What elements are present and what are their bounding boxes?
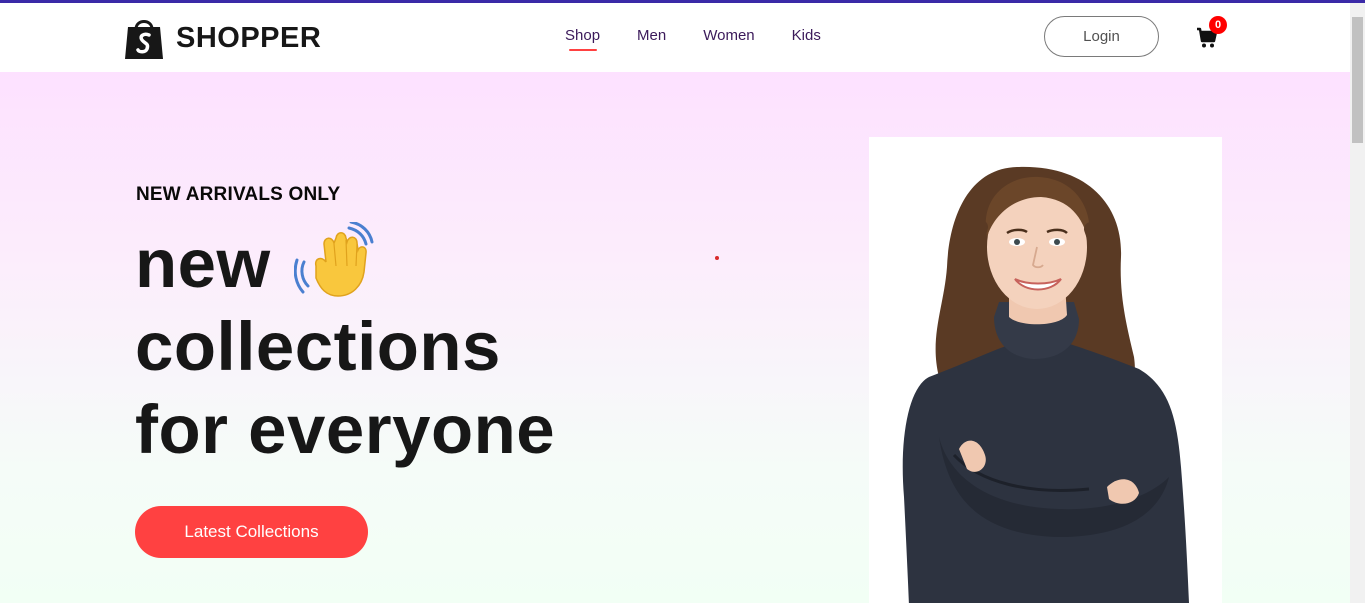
nav-item-label: Kids bbox=[791, 27, 821, 44]
decorative-dot bbox=[715, 256, 719, 260]
nav-item-kids[interactable]: Kids bbox=[792, 27, 821, 44]
main-nav: Shop Men Women Kids bbox=[565, 27, 821, 51]
nav-item-women[interactable]: Women bbox=[703, 27, 754, 44]
logo[interactable]: SHOPPER bbox=[124, 15, 321, 61]
nav-item-shop[interactable]: Shop bbox=[565, 27, 601, 51]
nav-item-label: Men bbox=[637, 27, 667, 44]
hero-headline-line-2: collections bbox=[135, 308, 501, 385]
navbar: SHOPPER Shop Men Women Kids Login 0 bbox=[0, 3, 1350, 72]
shopping-bag-icon bbox=[124, 15, 164, 61]
latest-collections-button[interactable]: Latest Collections bbox=[135, 506, 368, 558]
hero-headline-line-3: for everyone bbox=[135, 391, 556, 468]
hero-headline-line-1: new bbox=[135, 225, 271, 302]
active-underline bbox=[569, 49, 597, 51]
login-button[interactable]: Login bbox=[1044, 16, 1159, 57]
scrollbar-thumb[interactable] bbox=[1352, 17, 1363, 143]
brand-name: SHOPPER bbox=[176, 21, 322, 54]
nav-item-men[interactable]: Men bbox=[637, 27, 666, 44]
cart-count-badge: 0 bbox=[1209, 16, 1227, 34]
nav-item-label: Shop bbox=[565, 27, 601, 44]
scrollbar[interactable] bbox=[1350, 3, 1365, 603]
hero-tagline: NEW ARRIVALS ONLY bbox=[136, 184, 341, 205]
waving-hand-icon bbox=[293, 220, 384, 302]
model-photo bbox=[869, 137, 1222, 603]
nav-item-label: Women bbox=[703, 27, 755, 44]
hero-section: NEW ARRIVALS ONLY new collections for ev… bbox=[0, 72, 1350, 603]
